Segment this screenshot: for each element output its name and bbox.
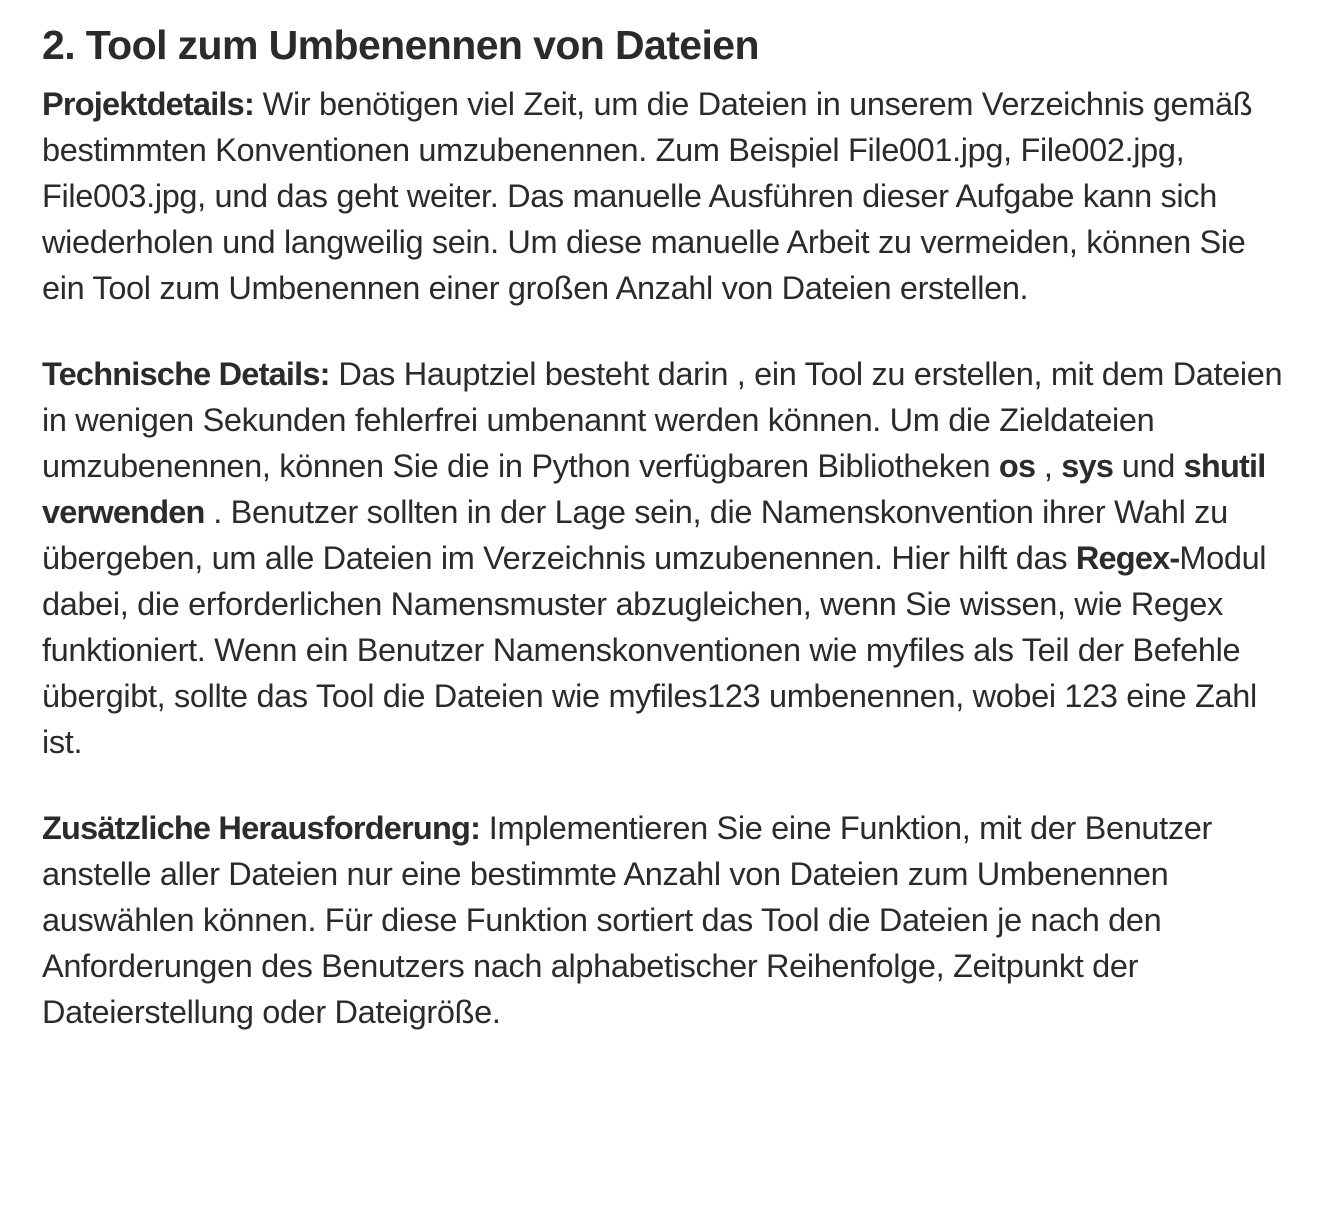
separator: und [1113, 448, 1184, 485]
section-technische-details: Technische Details: Das Hauptziel besteh… [42, 351, 1286, 765]
library-sys: sys [1061, 448, 1114, 485]
section-label: Zusätzliche Herausforderung: [42, 810, 481, 847]
separator: , [1035, 448, 1062, 485]
regex-term: Regex- [1075, 540, 1180, 577]
section-projektdetails: Projektdetails: Wir benötigen viel Zeit,… [42, 81, 1286, 311]
section-label: Technische Details: [42, 356, 330, 393]
document-page: 2. Tool zum Umbenennen von Dateien Proje… [0, 0, 1326, 1035]
section-zusaetzliche-herausforderung: Zusätzliche Herausforderung: Implementie… [42, 805, 1286, 1035]
section-label: Projektdetails: [42, 86, 255, 123]
page-title: 2. Tool zum Umbenennen von Dateien [42, 22, 760, 68]
section-text: . Benutzer sollten in der Lage sein, die… [42, 494, 1228, 577]
library-os: os [998, 448, 1036, 485]
